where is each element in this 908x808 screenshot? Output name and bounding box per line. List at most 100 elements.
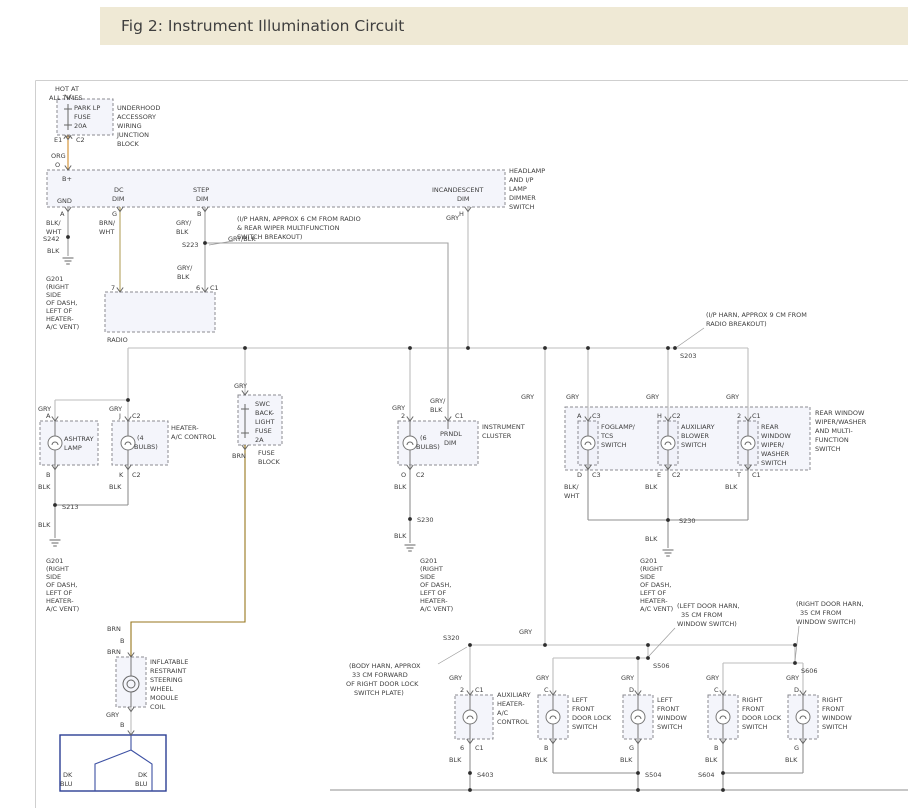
label-c2: C2 [672, 471, 681, 479]
label-switch: SWITCH [822, 723, 848, 731]
splice-dot [721, 788, 725, 792]
label-block: BLOCK [258, 458, 281, 466]
splice-dot [793, 661, 797, 665]
label-gry: GRY [106, 711, 119, 719]
splice-dot [408, 346, 412, 350]
bulb-icon [796, 710, 810, 724]
label-wiper: WIPER/ [761, 441, 785, 449]
note-leader-4 [649, 628, 675, 656]
label-org: ORG [51, 152, 66, 160]
label-b: B [120, 637, 124, 645]
label-s506: S506 [653, 662, 670, 670]
label-switch: SWITCH [815, 445, 841, 453]
label-cluster: CLUSTER [482, 432, 512, 440]
label-b: B [46, 471, 50, 479]
label-door-lock: DOOR LOCK [572, 714, 612, 722]
label-4: (4 [137, 434, 144, 442]
splice-dot [636, 771, 640, 775]
label-rear-wiper-multifunction: & REAR WIPER MULTIFUNCTION [237, 224, 340, 232]
label-of-right-door-lock: OF RIGHT DOOR LOCK [346, 680, 419, 688]
label-blk: BLK/ [564, 483, 579, 491]
label-and-multi: AND MULTI- [815, 427, 853, 435]
label-s320: S320 [443, 634, 460, 642]
page: HOT ATALL TIMESPARK LPFUSE20AUNDERHOODAC… [0, 0, 908, 808]
label-gry: GRY [646, 393, 659, 401]
label-wht: WHT [99, 228, 114, 236]
label-d: D [794, 686, 799, 694]
splice-dot [636, 656, 640, 660]
label-side: SIDE [640, 573, 655, 581]
label-a-c-vent: A/C VENT) [420, 605, 453, 613]
splice-dot [543, 346, 547, 350]
label-h: H [459, 210, 464, 218]
bulb-icon [121, 436, 135, 450]
label-33-cm-forward: 33 CM FORWARD [352, 671, 408, 679]
label-blk: BLK [176, 228, 189, 236]
bulb-icon [661, 436, 675, 450]
label-a: A [46, 412, 51, 420]
splice-dot [636, 788, 640, 792]
label-front: FRONT [822, 705, 844, 713]
label-wheel: WHEEL [150, 685, 174, 693]
label-g201: G201 [46, 275, 63, 283]
label-left-door-harn: (LEFT DOOR HARN, [677, 602, 740, 610]
label-blk: BLK/ [46, 219, 61, 227]
label-c1: C1 [752, 471, 761, 479]
label-c: C [544, 686, 549, 694]
label-b: B [544, 744, 548, 752]
label-right: (RIGHT [640, 565, 663, 573]
ground-icon [63, 258, 74, 264]
label-right-door-harn: (RIGHT DOOR HARN, [796, 600, 864, 608]
label-7: 7 [111, 284, 115, 292]
label-wiper-washer: WIPER/WASHER [815, 418, 867, 426]
label-b: B [197, 210, 201, 218]
label-6: 6 [460, 744, 464, 752]
label-c1: C1 [752, 412, 761, 420]
label-35-cm-from: 35 CM FROM [800, 609, 842, 617]
label-2a: 2A [255, 436, 264, 444]
label-gry: GRY [786, 674, 799, 682]
splice-dot [666, 518, 670, 522]
label-radio: RADIO [107, 336, 128, 344]
label-left: LEFT [572, 696, 587, 704]
label-c1: C1 [475, 744, 484, 752]
label-i-p-harn-approx-6-cm-from-radio: (I/P HARN, APPROX 6 CM FROM RADIO [237, 215, 361, 223]
label-door-lock: DOOR LOCK [742, 714, 782, 722]
label-j: J [118, 412, 121, 420]
label-wiring: WIRING [117, 122, 142, 130]
label-s242: S242 [43, 235, 60, 243]
label-fuse: FUSE [255, 427, 272, 435]
bulb-icon [463, 710, 477, 724]
label-heater: HEATER- [640, 597, 668, 605]
label-c2: C2 [76, 136, 85, 144]
label-o: O [401, 471, 406, 479]
splice-dot [543, 643, 547, 647]
bulb-icon [581, 436, 595, 450]
label-heater: HEATER- [46, 597, 74, 605]
label-b: B [120, 721, 124, 729]
label-front: FRONT [742, 705, 764, 713]
label-c2: C2 [132, 412, 141, 420]
splice-dot [126, 398, 130, 402]
bulb-icon [403, 436, 417, 450]
label-gry: GRY/ [430, 397, 446, 405]
label-inflatable: INFLATABLE [150, 658, 188, 666]
label-brn: BRN [107, 625, 121, 633]
label-dim: DIM [196, 195, 209, 203]
label-module: MODULE [150, 694, 178, 702]
label-d: D [629, 686, 634, 694]
splice-dot [53, 503, 57, 507]
label-blk: BLK [620, 756, 633, 764]
label-body-harn-approx: (BODY HARN, APPROX [349, 662, 421, 670]
label-blk: BLK [705, 756, 718, 764]
label-washer: WASHER [761, 450, 790, 458]
wire-gry [55, 207, 803, 735]
label-switch: SWITCH [742, 723, 768, 731]
label-hot-at: HOT AT [55, 85, 79, 93]
label-blk: BLK [38, 521, 51, 529]
label-g: G [629, 744, 634, 752]
label-dc: DC [114, 186, 124, 194]
splice-dot [666, 346, 670, 350]
label-s504: S504 [645, 771, 662, 779]
label-front: FRONT [657, 705, 679, 713]
